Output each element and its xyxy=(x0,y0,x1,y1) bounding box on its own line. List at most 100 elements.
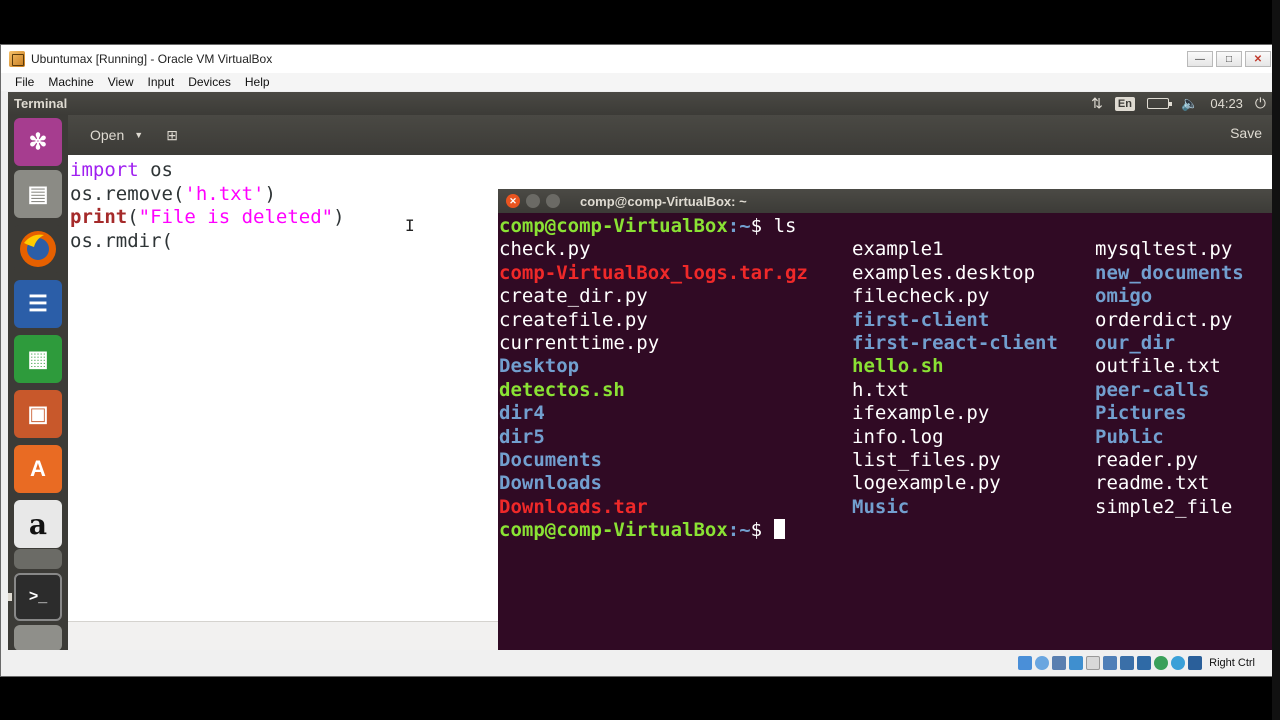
settings-icon[interactable] xyxy=(14,549,62,569)
code-line: os.rmdir( xyxy=(70,230,345,254)
ls-entry: readme.txt xyxy=(1095,472,1210,495)
shared-folders-icon[interactable] xyxy=(1103,656,1118,670)
terminal-maximize-button[interactable] xyxy=(546,194,560,208)
menu-input[interactable]: Input xyxy=(148,75,175,89)
network-icon[interactable]: ⇅ xyxy=(1091,95,1103,112)
virtualbox-statusbar: Right Ctrl xyxy=(1,650,1279,676)
menu-machine[interactable]: Machine xyxy=(48,75,93,89)
volume-icon[interactable]: 🔈 xyxy=(1181,95,1198,112)
ls-entry: peer-calls xyxy=(1095,378,1210,401)
terminal-close-button[interactable]: ✕ xyxy=(506,194,520,208)
virtualbox-titlebar[interactable]: Ubuntumax [Running] - Oracle VM VirtualB… xyxy=(1,45,1279,73)
editor-statusbar xyxy=(68,621,505,651)
ls-entry: Documents xyxy=(499,448,602,471)
chevron-down-icon: ▼ xyxy=(134,130,144,140)
ls-entry: first-react-client xyxy=(852,331,1058,354)
keyboard-capture-icon[interactable] xyxy=(1188,656,1203,670)
mouse-integration-icon[interactable] xyxy=(1171,656,1186,670)
menu-view[interactable]: View xyxy=(108,75,134,89)
network-adapter-icon[interactable] xyxy=(1069,656,1084,670)
host-key-label: Right Ctrl xyxy=(1209,657,1255,669)
software-center-icon[interactable]: A xyxy=(14,445,62,493)
ls-entry: detectos.sh xyxy=(499,378,625,401)
recording-icon[interactable] xyxy=(1137,656,1152,670)
code-line: import os xyxy=(70,159,345,183)
keyboard-layout-indicator[interactable]: En xyxy=(1114,96,1135,111)
code-token: import xyxy=(70,159,139,181)
ls-entry: reader.py xyxy=(1095,448,1198,471)
hard-disk-icon[interactable] xyxy=(1018,656,1033,670)
calc-icon[interactable]: ▦ xyxy=(14,335,62,383)
new-document-button[interactable]: ⊞ xyxy=(161,125,183,145)
ls-entry: our_dir xyxy=(1095,331,1176,354)
ls-entry: create_dir.py xyxy=(499,285,648,308)
ls-entry: first-client xyxy=(852,308,990,331)
ls-entry: Pictures xyxy=(1095,402,1187,425)
audio-icon[interactable] xyxy=(1052,656,1067,670)
battery-icon[interactable] xyxy=(1146,98,1172,109)
writer-icon[interactable]: ☰ xyxy=(14,280,62,328)
maximize-button[interactable]: □ xyxy=(1216,51,1242,67)
amazon-icon[interactable]: a xyxy=(14,500,62,548)
menu-help[interactable]: Help xyxy=(245,75,270,89)
text-cursor-icon: I xyxy=(405,216,415,235)
open-button[interactable]: Open ▼ xyxy=(78,122,155,148)
guest-screen: Terminal ⇅ En 🔈 04:23 ⏻ ✼ ▤ ☰ ▦ ▣ A a >_ xyxy=(8,92,1274,651)
code-token: 'h.txt' xyxy=(184,182,265,205)
menu-devices[interactable]: Devices xyxy=(188,75,231,89)
terminal-window[interactable]: ✕ comp@comp-VirtualBox: ~ comp@comp-Virt… xyxy=(498,189,1274,651)
ls-entry: new_documents xyxy=(1095,261,1244,284)
code-token: "File is deleted" xyxy=(138,206,334,228)
ls-entry: Downloads.tar xyxy=(499,495,648,518)
code-line: print("File is deleted") xyxy=(70,206,345,230)
firefox-icon[interactable] xyxy=(14,225,62,273)
clock[interactable]: 04:23 xyxy=(1210,96,1243,111)
ls-entry: omigo xyxy=(1095,285,1153,308)
terminal-output[interactable]: comp@comp-VirtualBox:~$ ls check.py examp… xyxy=(499,215,1273,651)
power-icon[interactable]: ⏻ xyxy=(1255,95,1266,112)
ls-entry: dir5 xyxy=(499,425,545,448)
impress-icon[interactable]: ▣ xyxy=(14,390,62,438)
code-token: os.remove( xyxy=(70,182,185,205)
files-icon[interactable]: ▤ xyxy=(14,170,62,218)
ls-entry: outfile.txt xyxy=(1095,355,1221,378)
menu-file[interactable]: File xyxy=(15,75,34,89)
host-scrollbar xyxy=(1272,0,1280,720)
ls-entry: simple2_file xyxy=(1095,495,1233,518)
ls-entry: Public xyxy=(1095,425,1164,448)
virtualization-icon[interactable] xyxy=(1154,656,1169,670)
ls-entry: orderdict.py xyxy=(1095,308,1233,331)
terminal-titlebar[interactable]: ✕ comp@comp-VirtualBox: ~ xyxy=(498,189,1274,213)
current-prompt: comp@comp-VirtualBox:~$ xyxy=(499,519,1273,542)
active-app-title: Terminal xyxy=(14,96,68,111)
optical-drive-icon[interactable] xyxy=(1035,656,1050,670)
code-editor[interactable]: import os os.remove('h.txt') print("File i… xyxy=(70,159,345,253)
ls-entry: Desktop xyxy=(499,355,580,378)
close-button[interactable]: ✕ xyxy=(1245,51,1271,67)
ls-entry: list_files.py xyxy=(852,448,1001,471)
editor-headerbar: Open ▼ ⊞ Save xyxy=(68,115,1274,155)
terminal-icon[interactable]: >_ xyxy=(14,573,62,621)
terminal-minimize-button[interactable] xyxy=(526,194,540,208)
ls-entry: ifexample.py xyxy=(852,402,990,425)
code-token: os.rmdir( xyxy=(70,229,173,252)
minimize-button[interactable]: — xyxy=(1187,51,1213,67)
virtualbox-window: Ubuntumax [Running] - Oracle VM VirtualB… xyxy=(0,44,1280,677)
save-button[interactable]: Save xyxy=(1230,125,1262,141)
usb-icon[interactable] xyxy=(1086,656,1101,670)
window-controls: — □ ✕ xyxy=(1187,51,1271,67)
ubuntu-dash-icon[interactable]: ✼ xyxy=(14,118,62,166)
ls-entry: example1 xyxy=(852,238,944,261)
command-line: comp@comp-VirtualBox:~$ ls xyxy=(499,215,797,237)
ls-entry: hello.sh xyxy=(852,355,944,378)
ls-entry: currenttime.py xyxy=(499,331,660,354)
other-app-icon[interactable] xyxy=(14,625,62,651)
display-icon[interactable] xyxy=(1120,656,1135,670)
virtualbox-title: Ubuntumax [Running] - Oracle VM VirtualB… xyxy=(31,52,273,66)
ls-entry: examples.desktop xyxy=(852,261,1036,284)
code-line: os.remove('h.txt') xyxy=(70,183,345,207)
code-token: ) xyxy=(264,182,276,205)
unity-launcher: ✼ ▤ ☰ ▦ ▣ A a >_ xyxy=(8,115,68,651)
code-token: print xyxy=(70,206,128,228)
virtualbox-app-icon xyxy=(9,51,25,67)
